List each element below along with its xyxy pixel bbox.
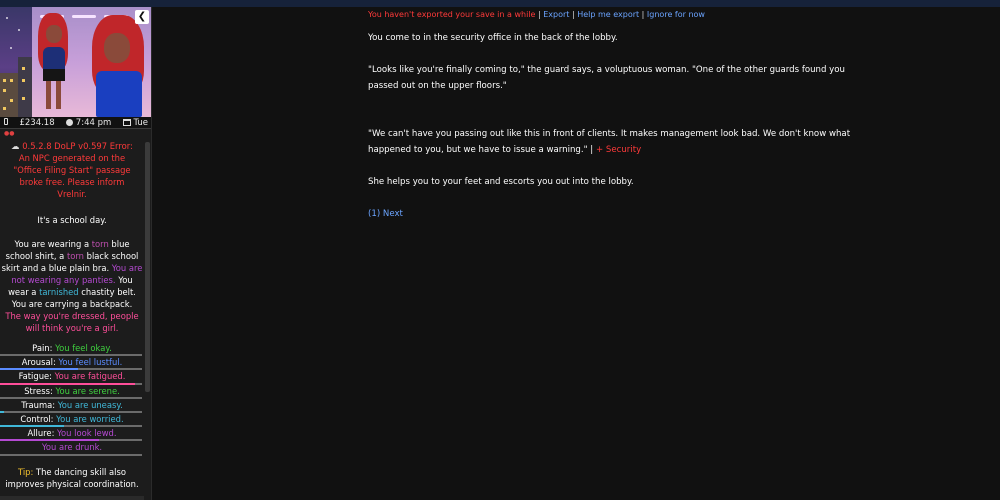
tip-label: Tip:: [17, 466, 34, 477]
time-value: 7:44 pm: [75, 117, 112, 128]
sidebar: ❮ £234.18 7:44 pm Tue ●● ☁ 0.5.2.8 DoLP …: [0, 7, 152, 500]
dressed-warning: The way you're dressed, people will thin…: [5, 311, 139, 333]
warning-icon: ☁: [11, 141, 20, 151]
status-panel: ●● ☁ 0.5.2.8 DoLP v0.597 Error: An NPC g…: [0, 130, 144, 500]
meter-status: You are serene.: [55, 385, 120, 396]
meter-label: Allure: [27, 428, 52, 439]
reflection-figure: [34, 13, 74, 113]
passage-paragraph: She helps you to your feet and escorts y…: [368, 177, 634, 187]
status-icons: ●●: [4, 130, 15, 137]
meter-label: Stress: [24, 385, 50, 396]
meter-status: You look lewd.: [57, 428, 117, 439]
export-link[interactable]: Export: [543, 10, 569, 19]
meter-control: Control: You are worried.: [0, 413, 144, 428]
meter-status: You are drunk.: [41, 442, 103, 453]
phone-icon[interactable]: [4, 117, 8, 128]
passage-paragraph: You come to in the security office in th…: [368, 33, 618, 43]
meter-label: Fatigue: [18, 371, 50, 382]
character-portrait: ❮: [0, 7, 151, 117]
sidebar-horizontal-scrollbar[interactable]: [0, 496, 144, 500]
sidebar-scrollbar[interactable]: [145, 142, 150, 392]
meter-status: You are uneasy.: [57, 399, 123, 410]
save-reminder-banner: You haven't exported your save in a whil…: [368, 10, 705, 19]
help-export-link[interactable]: Help me export: [577, 10, 639, 19]
meter-label: Trauma: [21, 399, 53, 410]
error-message: ☁ 0.5.2.8 DoLP v0.597 Error: An NPC gene…: [0, 138, 144, 202]
player-character: [88, 15, 150, 117]
bedroom-background: [32, 7, 151, 117]
status-meters: Pain: You feel okay. Arousal: You feel lu…: [0, 342, 144, 456]
passage-paragraph: "We can't have you passing out like this…: [368, 129, 851, 155]
meter-arousal: Arousal: You feel lustful.: [0, 356, 144, 371]
next-link[interactable]: (1) Next: [368, 206, 868, 222]
clock-icon: [66, 118, 74, 126]
ignore-link[interactable]: Ignore for now: [647, 10, 705, 19]
meter-fatigue: Fatigue: You are fatigued.: [0, 370, 144, 385]
meter-allure: Allure: You look lewd.: [0, 427, 144, 442]
time-display: 7:44 pm: [66, 118, 111, 128]
school-day-text: It's a school day.: [37, 215, 107, 225]
meter-pain: Pain: You feel okay.: [0, 342, 144, 357]
meter-status: You feel okay.: [55, 343, 112, 353]
passage-paragraph: "Looks like you're finally coming to," t…: [368, 65, 845, 91]
meter-trauma: Trauma: You are uneasy.: [0, 399, 144, 413]
top-bar: [0, 0, 1000, 7]
day-display: Tue: [122, 117, 148, 128]
meter-stress: Stress: You are serene.: [0, 385, 144, 399]
save-warning-text: You haven't exported your save in a whil…: [368, 10, 536, 19]
error-text: 0.5.2.8 DoLP v0.597 Error: An NPC genera…: [13, 141, 133, 199]
day-value: Tue: [133, 117, 148, 128]
meter-status: You are worried.: [56, 413, 124, 424]
meter-track: [0, 453, 142, 456]
meter-label: Arousal: [21, 357, 53, 368]
stats-bar: £234.18 7:44 pm Tue: [0, 117, 151, 129]
tip: Tip: The dancing skill also improves phy…: [0, 466, 144, 490]
city-building: [0, 73, 18, 117]
meter-label: Pain: [32, 343, 50, 353]
clothing-description: You are wearing a torn blue school shirt…: [1, 239, 143, 309]
meter-label: Control: [20, 413, 51, 424]
meter-status: You are fatigued.: [54, 371, 126, 382]
collapse-sidebar-button[interactable]: ❮: [135, 10, 149, 24]
money-display: £234.18: [19, 117, 55, 128]
passage-content: You haven't exported your save in a whil…: [368, 7, 868, 222]
security-link[interactable]: + Security: [596, 145, 641, 155]
calendar-icon: [122, 118, 131, 126]
meter-status: You feel lustful.: [58, 357, 123, 368]
meter-drunk: You are drunk.: [0, 441, 144, 456]
city-building: [18, 57, 32, 117]
